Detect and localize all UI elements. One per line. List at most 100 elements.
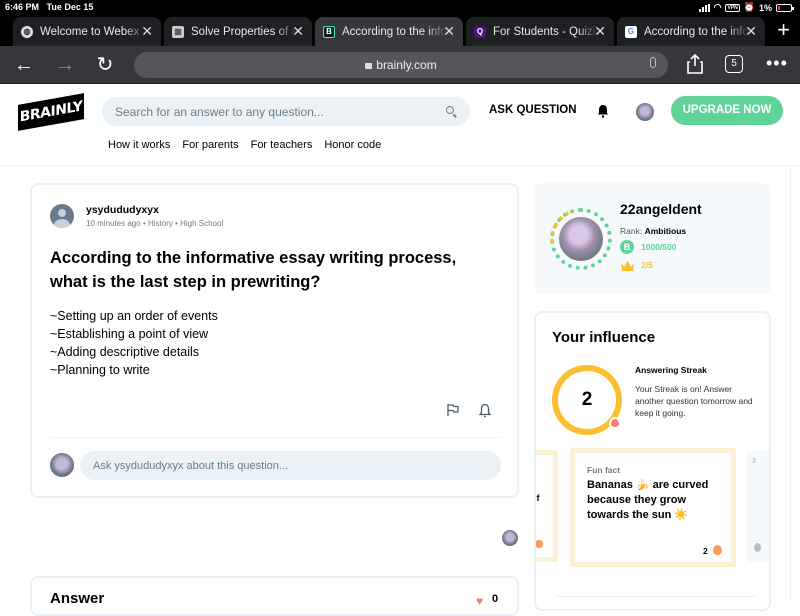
- browser-toolbar: ← → ↻ brainly.com 5 •••: [0, 46, 800, 84]
- fun-fact-label: Fun fact: [587, 465, 621, 475]
- battery-icon: [776, 3, 794, 12]
- more-menu-button[interactable]: •••: [766, 54, 788, 72]
- site-header: BRAINLY Search for an answer to any ques…: [0, 84, 800, 166]
- upgrade-now-button[interactable]: UPGRADE NOW: [671, 96, 783, 125]
- url-text: brainly.com: [376, 58, 437, 72]
- option-item: ~Establishing a point of view: [50, 327, 209, 341]
- right-edge-panel: [790, 166, 800, 600]
- follow-bell-icon[interactable]: [478, 403, 492, 418]
- heart-icon[interactable]: ♥: [476, 594, 483, 608]
- influence-card: Your influence 2 Answering Streak Your S…: [534, 311, 771, 611]
- nav-for-teachers[interactable]: For teachers: [251, 139, 313, 151]
- status-icons: ◠ VPN ⏰ 1%: [698, 2, 794, 13]
- streak-description: Your Streak is on! Answer another questi…: [635, 384, 753, 418]
- option-item: ~Planning to write: [50, 363, 150, 377]
- likes-count: 0: [492, 593, 499, 605]
- rank-label: Rank:: [620, 226, 643, 236]
- question-meta: 10 minutes ago • History • High School: [86, 219, 224, 228]
- address-bar[interactable]: brainly.com: [134, 52, 668, 78]
- divider: [556, 596, 756, 597]
- prev-card-text: if: [534, 493, 540, 503]
- search-input[interactable]: Search for an answer to any question...: [102, 97, 470, 126]
- back-button[interactable]: ←: [11, 52, 37, 78]
- tab-count-button[interactable]: 5: [725, 55, 743, 73]
- close-tab-icon[interactable]: ✕: [292, 23, 304, 40]
- globe-icon: ◍: [21, 25, 33, 38]
- profile-crowns: 2/5: [641, 260, 653, 270]
- crown-icon: [621, 261, 634, 271]
- nav-for-parents[interactable]: For parents: [182, 139, 238, 151]
- option-item: ~Adding descriptive details: [50, 345, 200, 359]
- tab-title: Welcome to Webex: [40, 25, 140, 38]
- wifi-icon: ◠: [713, 2, 722, 12]
- reload-button[interactable]: ↻: [92, 52, 118, 78]
- prev-carousel-card[interactable]: if: [534, 450, 558, 562]
- close-tab-icon[interactable]: ✕: [443, 23, 455, 40]
- profile-points: 1000/500: [641, 242, 677, 252]
- rank-value: Ambitious: [644, 226, 687, 236]
- share-icon[interactable]: [686, 54, 704, 74]
- fun-fact-card[interactable]: Fun fact Bananas 🍌 are curved because th…: [570, 448, 736, 567]
- question-card: ysydududyxyx 10 minutes ago • History • …: [30, 183, 519, 498]
- tab-title: According to the info: [644, 25, 749, 38]
- question-options: ~Setting up an order of events ~Establis…: [50, 307, 218, 379]
- brainly-logo[interactable]: BRAINLY: [18, 93, 84, 131]
- author-name[interactable]: ysydududyxyx: [86, 204, 159, 216]
- microphone-icon[interactable]: [650, 57, 656, 68]
- ios-status-bar: 6:46 PM Tue Dec 15 ◠ VPN ⏰ 1%: [0, 0, 800, 14]
- fire-icon: [713, 545, 722, 555]
- alarm-icon: ⏰: [743, 2, 755, 12]
- nav-how-it-works[interactable]: How it works: [108, 139, 170, 151]
- quizizz-icon: Q: [474, 25, 486, 38]
- date-text: Tue Dec 15: [46, 2, 94, 12]
- time-text: 6:46 PM: [5, 2, 40, 12]
- question-title: According to the informative essay writi…: [50, 249, 457, 291]
- tab-title: According to the info: [342, 25, 447, 38]
- fun-fact-count: 2: [703, 546, 708, 556]
- tab-title: Solve Properties of a: [191, 25, 297, 38]
- new-tab-button[interactable]: +: [777, 17, 790, 43]
- close-tab-icon[interactable]: ✕: [594, 23, 606, 40]
- comment-input[interactable]: Ask ysydududyxyx about this question...: [80, 451, 501, 480]
- notifications-bell-icon[interactable]: [597, 104, 609, 118]
- user-avatar[interactable]: [636, 103, 654, 121]
- image-icon: ▦: [172, 25, 184, 38]
- answer-card: Answer ♥ 0: [30, 576, 519, 616]
- ask-question-button[interactable]: ASK QUESTION: [489, 104, 577, 116]
- tab-google[interactable]: G According to the info ✕: [617, 17, 765, 46]
- fire-icon: [754, 543, 761, 552]
- tab-webex[interactable]: ◍ Welcome to Webex ✕: [13, 17, 161, 46]
- tab-quizizz[interactable]: Q For Students - Quizizz ✕: [466, 17, 614, 46]
- profile-card: 22angeldent Rank: Ambitious B 1000/500 2…: [534, 183, 771, 294]
- profile-avatar[interactable]: [559, 217, 603, 261]
- close-tab-icon[interactable]: ✕: [141, 23, 153, 40]
- author-avatar[interactable]: [50, 204, 74, 228]
- current-user-avatar: [50, 453, 74, 477]
- nav-honor-code[interactable]: Honor code: [324, 139, 381, 151]
- close-tab-icon[interactable]: ✕: [745, 23, 757, 40]
- tab-solve-properties[interactable]: ▦ Solve Properties of a ✕: [164, 17, 312, 46]
- streak-ring: 2: [552, 365, 622, 435]
- forward-button[interactable]: →: [52, 52, 78, 78]
- fire-icon: [609, 417, 621, 429]
- brainly-icon: B: [323, 25, 335, 38]
- battery-percent: 1%: [758, 2, 772, 13]
- search-icon[interactable]: [446, 106, 454, 114]
- brainly-points-icon: B: [620, 240, 634, 254]
- profile-username[interactable]: 22angeldent: [620, 201, 702, 217]
- answer-heading: Answer: [50, 590, 105, 607]
- option-item: ~Setting up an order of events: [50, 309, 218, 323]
- influence-title: Your influence: [552, 329, 656, 346]
- status-time: 6:46 PM Tue Dec 15: [5, 2, 93, 12]
- divider: [50, 437, 501, 438]
- next-carousel-card[interactable]: 3: [747, 450, 769, 562]
- vpn-icon: VPN: [725, 3, 740, 12]
- browser-tab-strip: ◍ Welcome to Webex ✕ ▦ Solve Properties …: [0, 14, 800, 46]
- tab-brainly-active[interactable]: B According to the info ✕: [315, 17, 463, 46]
- report-flag-icon[interactable]: [446, 403, 460, 417]
- fun-fact-text: Bananas 🍌 are curved because they grow t…: [587, 479, 709, 521]
- floating-user-avatar[interactable]: [502, 530, 518, 546]
- google-icon: G: [625, 25, 637, 38]
- comment-placeholder: Ask ysydududyxyx about this question...: [93, 459, 289, 472]
- tab-title: For Students - Quizizz: [493, 25, 599, 38]
